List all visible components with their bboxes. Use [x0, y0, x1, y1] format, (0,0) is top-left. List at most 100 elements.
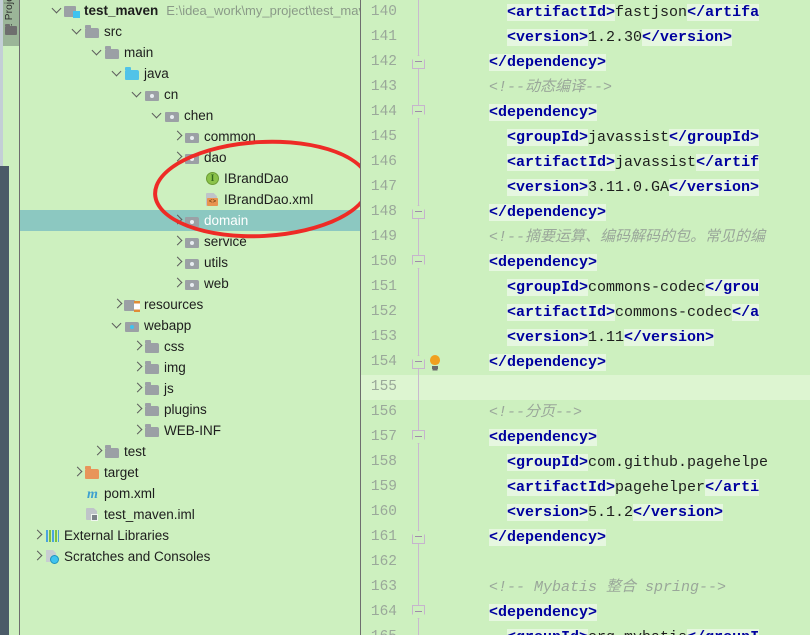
tree-node-ibranddao[interactable]: I IBrandDao	[20, 168, 360, 189]
chevron-right-icon[interactable]	[171, 210, 184, 231]
tree-node-test-maven[interactable]: test_maven E:\idea_work\my_project\test_m…	[20, 0, 360, 21]
chevron-down-icon[interactable]	[131, 84, 144, 105]
chevron-right-icon[interactable]	[171, 273, 184, 294]
chevron-down-icon[interactable]	[111, 63, 124, 84]
code-line[interactable]: 162	[361, 550, 810, 575]
editor-gutter[interactable]	[403, 225, 453, 250]
tree-node-plugins[interactable]: plugins	[20, 399, 360, 420]
fold-collapse-icon[interactable]	[412, 255, 425, 269]
code-line[interactable]: 159 <artifactId>pagehelper</arti	[361, 475, 810, 500]
intention-bulb-icon[interactable]	[430, 355, 440, 369]
chevron-down-icon[interactable]	[51, 0, 64, 21]
code-line[interactable]: 165 <groupId>org.mybatis</groupI	[361, 625, 810, 635]
fold-collapse-icon[interactable]	[412, 430, 425, 444]
tree-node-external-libraries[interactable]: External Libraries	[20, 525, 360, 546]
editor-gutter[interactable]	[403, 350, 453, 375]
tree-scrollbar-thumb[interactable]	[0, 166, 9, 635]
editor-gutter[interactable]	[403, 175, 453, 200]
tree-node-js[interactable]: js	[20, 378, 360, 399]
chevron-right-icon[interactable]	[31, 546, 44, 567]
code-line[interactable]: 157 <dependency>	[361, 425, 810, 450]
chevron-right-icon[interactable]	[131, 378, 144, 399]
editor-gutter[interactable]	[403, 475, 453, 500]
editor-gutter[interactable]	[403, 625, 453, 635]
chevron-right-icon[interactable]	[171, 252, 184, 273]
editor-gutter[interactable]	[403, 275, 453, 300]
code-line[interactable]: 153 <version>1.11</version>	[361, 325, 810, 350]
tree-node-img[interactable]: img	[20, 357, 360, 378]
code-line[interactable]: 141 <version>1.2.30</version>	[361, 25, 810, 50]
fold-end-icon[interactable]	[412, 530, 425, 544]
code-line[interactable]: 150 <dependency>	[361, 250, 810, 275]
code-line[interactable]: 142 </dependency>	[361, 50, 810, 75]
editor-gutter[interactable]	[403, 575, 453, 600]
tree-node-ibranddao-xml[interactable]: IBrandDao.xml	[20, 189, 360, 210]
chevron-right-icon[interactable]	[91, 441, 104, 462]
code-line[interactable]: 151 <groupId>commons-codec</grou	[361, 275, 810, 300]
code-line[interactable]: 155	[361, 375, 810, 400]
code-line[interactable]: 160 <version>5.1.2</version>	[361, 500, 810, 525]
chevron-right-icon[interactable]	[131, 336, 144, 357]
code-line[interactable]: 144 <dependency>	[361, 100, 810, 125]
tree-node-resources[interactable]: resources	[20, 294, 360, 315]
tree-node-css[interactable]: css	[20, 336, 360, 357]
tree-node-pom-xml[interactable]: m pom.xml	[20, 483, 360, 504]
tool-window-tab-project[interactable]: 1: Project	[3, 0, 19, 46]
chevron-right-icon[interactable]	[131, 357, 144, 378]
code-line[interactable]: 156 <!--分页-->	[361, 400, 810, 425]
chevron-down-icon[interactable]	[151, 105, 164, 126]
editor-gutter[interactable]	[403, 100, 453, 125]
code-line[interactable]: 161 </dependency>	[361, 525, 810, 550]
editor-gutter[interactable]	[403, 250, 453, 275]
code-line[interactable]: 164 <dependency>	[361, 600, 810, 625]
chevron-down-icon[interactable]	[91, 42, 104, 63]
fold-collapse-icon[interactable]	[412, 105, 425, 119]
tree-node-dao[interactable]: dao	[20, 147, 360, 168]
tree-node-scratches-and-consoles[interactable]: Scratches and Consoles	[20, 546, 360, 567]
tree-node-chen[interactable]: chen	[20, 105, 360, 126]
editor-gutter[interactable]	[403, 50, 453, 75]
fold-collapse-icon[interactable]	[412, 605, 425, 619]
editor-gutter[interactable]	[403, 500, 453, 525]
code-line[interactable]: 163 <!-- Mybatis 整合 spring-->	[361, 575, 810, 600]
editor-gutter[interactable]	[403, 375, 453, 400]
fold-end-icon[interactable]	[412, 55, 425, 69]
code-line[interactable]: 149 <!--摘要运算、编码解码的包。常见的编	[361, 225, 810, 250]
editor-gutter[interactable]	[403, 550, 453, 575]
tree-node-cn[interactable]: cn	[20, 84, 360, 105]
fold-end-icon[interactable]	[412, 205, 425, 219]
tree-node-java[interactable]: java	[20, 63, 360, 84]
tree-node-web-inf[interactable]: WEB-INF	[20, 420, 360, 441]
editor-gutter[interactable]	[403, 325, 453, 350]
code-editor[interactable]: 140 <artifactId>fastjson</artifa 141 <ver…	[361, 0, 810, 635]
editor-gutter[interactable]	[403, 75, 453, 100]
tree-node-main[interactable]: main	[20, 42, 360, 63]
project-tree-panel[interactable]: test_maven E:\idea_work\my_project\test_m…	[19, 0, 361, 635]
code-line[interactable]: 140 <artifactId>fastjson</artifa	[361, 0, 810, 25]
chevron-down-icon[interactable]	[111, 315, 124, 336]
code-line[interactable]: 148 </dependency>	[361, 200, 810, 225]
editor-gutter[interactable]	[403, 25, 453, 50]
editor-gutter[interactable]	[403, 300, 453, 325]
editor-gutter[interactable]	[403, 150, 453, 175]
code-line[interactable]: 145 <groupId>javassist</groupId>	[361, 125, 810, 150]
tree-node-service[interactable]: service	[20, 231, 360, 252]
editor-gutter[interactable]	[403, 425, 453, 450]
tree-node-utils[interactable]: utils	[20, 252, 360, 273]
tree-node-src[interactable]: src	[20, 21, 360, 42]
chevron-right-icon[interactable]	[171, 147, 184, 168]
code-line[interactable]: 143 <!--动态编译-->	[361, 75, 810, 100]
editor-gutter[interactable]	[403, 525, 453, 550]
code-line[interactable]: 146 <artifactId>javassist</artif	[361, 150, 810, 175]
editor-gutter[interactable]	[403, 0, 453, 25]
editor-gutter[interactable]	[403, 450, 453, 475]
tree-node-webapp[interactable]: webapp	[20, 315, 360, 336]
chevron-right-icon[interactable]	[31, 525, 44, 546]
chevron-right-icon[interactable]	[171, 231, 184, 252]
editor-gutter[interactable]	[403, 200, 453, 225]
editor-gutter[interactable]	[403, 400, 453, 425]
code-line[interactable]: 152 <artifactId>commons-codec</a	[361, 300, 810, 325]
tree-node-web[interactable]: web	[20, 273, 360, 294]
editor-gutter[interactable]	[403, 125, 453, 150]
chevron-right-icon[interactable]	[71, 462, 84, 483]
